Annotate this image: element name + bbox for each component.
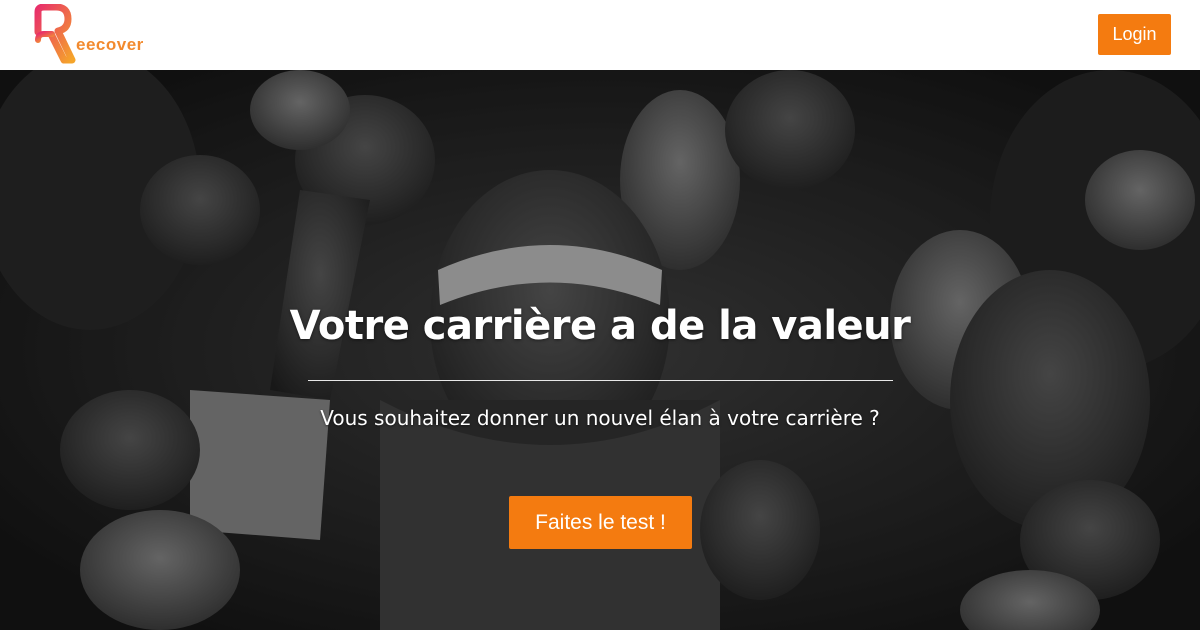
brand-logo[interactable]: eecover [34, 4, 164, 64]
hero-divider [308, 380, 893, 381]
hero-subtitle: Vous souhaitez donner un nouvel élan à v… [320, 406, 880, 430]
logo-text: eecover [76, 35, 144, 54]
hero-title: Votre carrière a de la valeur [289, 303, 911, 349]
r-logo-icon [34, 4, 76, 64]
site-header: eecover Login [0, 0, 1200, 70]
hero-section: Votre carrière a de la valeur Vous souha… [0, 70, 1200, 630]
take-test-button[interactable]: Faites le test ! [509, 496, 692, 549]
login-button[interactable]: Login [1098, 14, 1171, 55]
